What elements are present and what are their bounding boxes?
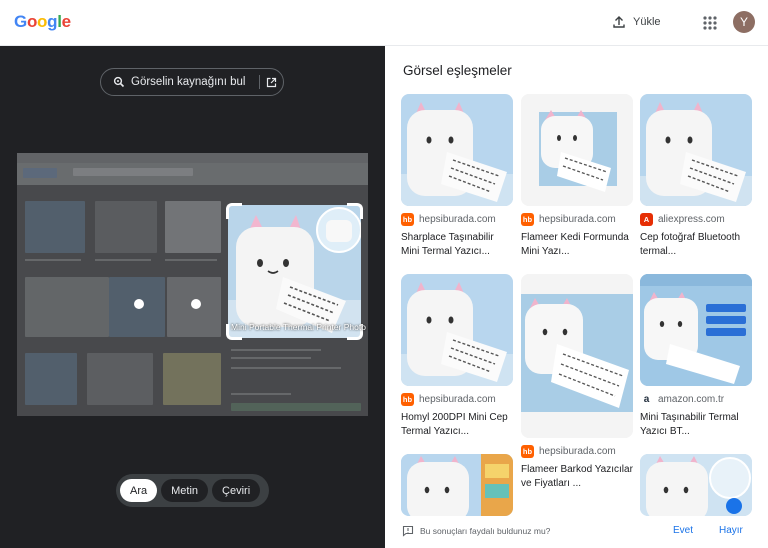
logo-letter: e	[61, 12, 71, 31]
result-title[interactable]: Homyl 200DPI Mini Cep Termal Yazıcı...	[401, 411, 513, 439]
object-dot[interactable]	[191, 299, 201, 309]
result-card-partial[interactable]	[640, 454, 752, 516]
result-source-label: hepsiburada.com	[419, 394, 496, 405]
upload-icon	[613, 16, 625, 28]
apps-grid-icon[interactable]	[700, 13, 720, 33]
printer-photo	[640, 274, 752, 386]
result-title[interactable]: Flameer Kedi Formunda Mini Yazı...	[521, 231, 633, 259]
amazon-favicon: a	[640, 393, 653, 406]
open-in-new-icon	[267, 77, 277, 87]
hepsiburada-favicon: hb	[521, 445, 534, 458]
crop-selection[interactable]	[228, 205, 361, 338]
result-thumbnail[interactable]	[401, 94, 513, 206]
result-title[interactable]: Flameer Barkod Yazıcılar ve Fiyatları ..…	[521, 463, 633, 491]
lens-icon	[113, 76, 125, 88]
hepsiburada-favicon: hb	[401, 213, 414, 226]
result-source[interactable]: Aaliexpress.com	[640, 213, 752, 226]
logo-letter: G	[14, 12, 27, 31]
feedback-question-label: Bu sonuçları faydalı buldunuz mu?	[420, 526, 551, 536]
result-card[interactable]: a amazon.com.tr Mini Taşınabilir Termal Y…	[640, 274, 752, 439]
printer-photo	[640, 94, 752, 206]
result-card[interactable]: Aaliexpress.com Cep fotoğraf Bluetooth t…	[640, 94, 752, 259]
screenshot-preview[interactable]: Mini Portable Thermal Printer Photo	[17, 153, 368, 416]
mode-selector: Ara Metin Çeviri	[116, 474, 269, 507]
hepsiburada-favicon: hb	[401, 393, 414, 406]
logo-letter: o	[37, 12, 48, 31]
result-thumbnail[interactable]	[640, 94, 752, 206]
logo-letter: o	[26, 12, 38, 31]
upload-button[interactable]: Yükle	[612, 9, 661, 35]
mode-translate-tab[interactable]: Çeviri	[212, 479, 261, 502]
hepsiburada-favicon: hb	[521, 213, 534, 226]
crop-handle-top-right[interactable]	[347, 203, 363, 219]
feedback-icon	[402, 525, 414, 537]
top-bar: G o o g l e Yükle Y	[0, 0, 768, 46]
account-avatar[interactable]: Y	[733, 11, 755, 33]
result-thumbnail[interactable]	[521, 94, 633, 206]
result-title[interactable]: Mini Taşınabilir Termal Yazıcı BT...	[640, 411, 752, 439]
result-thumbnail[interactable]	[401, 454, 513, 516]
logo-letter: g	[47, 12, 58, 31]
printer-photo	[401, 274, 513, 386]
result-card[interactable]: hb hepsiburada.com Flameer Kedi Formunda …	[521, 94, 633, 259]
aliexpress-favicon: A	[640, 213, 653, 226]
printer-photo	[401, 94, 513, 206]
result-title[interactable]: Cep fotoğraf Bluetooth termal...	[640, 231, 752, 259]
find-source-label: Görselin kaynağını bul	[131, 76, 246, 88]
result-source-label: hepsiburada.com	[539, 214, 616, 225]
result-source-label: hepsiburada.com	[539, 446, 616, 457]
result-card[interactable]: hb hepsiburada.com Flameer Barkod Yazıcıl…	[521, 274, 633, 491]
result-thumbnail[interactable]	[401, 274, 513, 386]
result-source[interactable]: hb hepsiburada.com	[401, 393, 513, 406]
feedback-question: Bu sonuçları faydalı buldunuz mu?	[402, 525, 550, 537]
result-thumbnail[interactable]	[521, 274, 633, 438]
upload-label: Yükle	[633, 16, 661, 28]
printer-photo	[640, 454, 752, 516]
result-source[interactable]: hb hepsiburada.com	[521, 213, 633, 226]
printer-photo	[401, 454, 513, 516]
result-card-partial[interactable]	[401, 454, 513, 516]
result-card[interactable]: hb hepsiburada.com Sharplace Taşınabilir …	[401, 94, 513, 259]
result-title[interactable]: Sharplace Taşınabilir Mini Termal Yazıcı…	[401, 231, 513, 259]
results-heading: Görsel eşleşmeler	[403, 63, 512, 78]
thermal-printer-image	[228, 205, 361, 338]
printer-photo	[521, 274, 633, 438]
crop-caption: Mini Portable Thermal Printer Photo	[231, 322, 366, 332]
feedback-yes-button[interactable]: Evet	[673, 525, 693, 536]
object-dot[interactable]	[134, 299, 144, 309]
result-source[interactable]: hb hepsiburada.com	[521, 445, 633, 458]
crop-handle-top-left[interactable]	[226, 203, 242, 219]
result-source-label: aliexpress.com	[658, 214, 725, 225]
result-thumbnail[interactable]	[640, 454, 752, 516]
result-source[interactable]: a amazon.com.tr	[640, 393, 752, 406]
find-image-source-button[interactable]: Görselin kaynağını bul	[100, 68, 284, 96]
result-source-label: hepsiburada.com	[419, 214, 496, 225]
lens-image-panel: Görselin kaynağını bul Mini Portable The…	[0, 46, 385, 548]
printer-photo	[521, 94, 633, 206]
result-source-label: amazon.com.tr	[658, 394, 725, 405]
feedback-no-button[interactable]: Hayır	[719, 525, 743, 536]
results-panel: Görsel eşleşmeler hb hepsiburada.com Shar…	[385, 46, 768, 548]
result-card[interactable]: hb hepsiburada.com Homyl 200DPI Mini Cep …	[401, 274, 513, 439]
mode-search-tab[interactable]: Ara	[120, 479, 158, 502]
result-thumbnail[interactable]	[640, 274, 752, 386]
google-logo[interactable]: G o o g l e	[14, 12, 71, 32]
mode-text-tab[interactable]: Metin	[161, 479, 209, 502]
result-source[interactable]: hb hepsiburada.com	[401, 213, 513, 226]
open-external-button[interactable]	[259, 75, 277, 89]
feedback-bar: Bu sonuçları faydalı buldunuz mu? Evet H…	[385, 516, 768, 548]
